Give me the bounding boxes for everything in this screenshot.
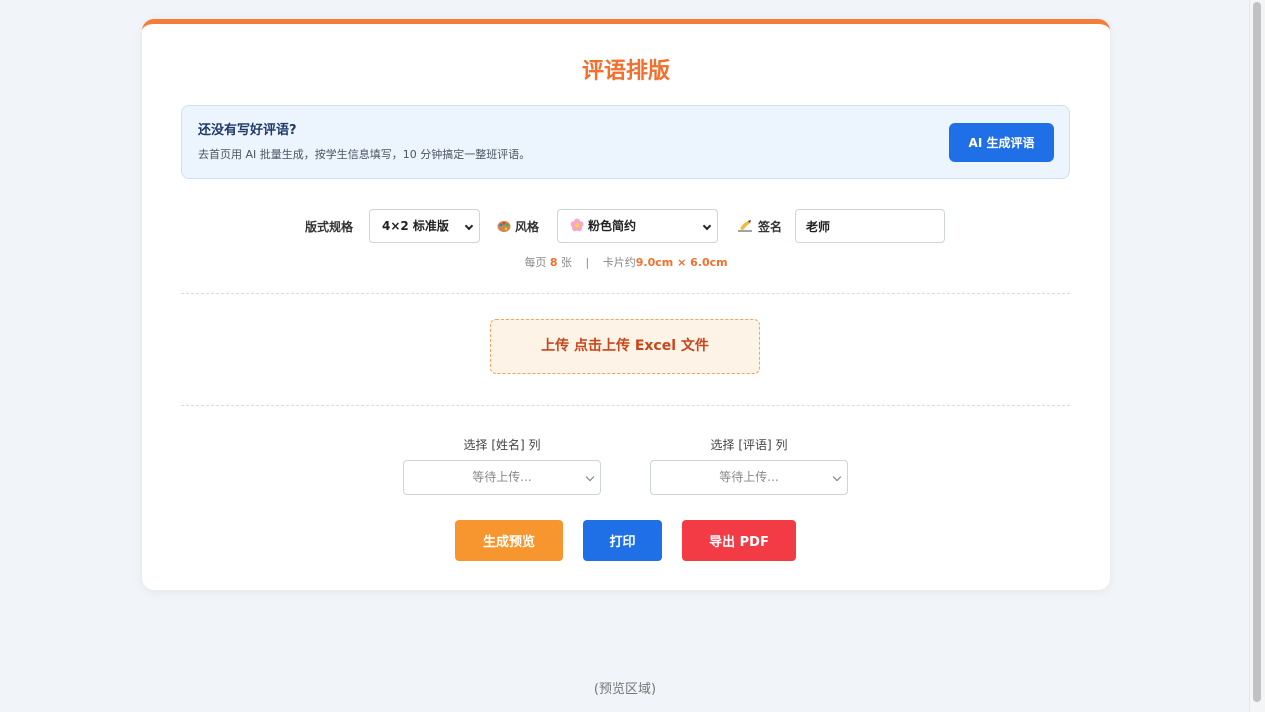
per-page-prefix: 每页 bbox=[524, 256, 547, 269]
name-column-label: 选择 [姓名] 列 bbox=[463, 438, 541, 452]
name-column-select[interactable]: 等待上传... bbox=[403, 460, 601, 495]
per-page-count: 8 bbox=[549, 256, 558, 269]
style-select[interactable]: 粉色简约 bbox=[557, 209, 718, 243]
chevron-down-icon bbox=[464, 221, 474, 231]
signature-input[interactable] bbox=[795, 209, 945, 243]
settings-row: 版式规格 4×2 标准版 风格 粉色简约 签名 老师 bbox=[142, 209, 1110, 245]
chevron-down-icon bbox=[702, 221, 712, 231]
comment-column-select[interactable]: 等待上传... bbox=[650, 460, 848, 495]
comment-column-label: 选择 [评语] 列 bbox=[710, 438, 788, 452]
scrollbar-thumb[interactable] bbox=[1253, 2, 1261, 702]
chevron-down-icon bbox=[585, 472, 595, 482]
spec-separator: | bbox=[585, 256, 590, 269]
comment-column-placeholder: 等待上传... bbox=[719, 470, 779, 484]
page-title: 评语排版 bbox=[581, 59, 670, 84]
divider bbox=[181, 405, 1070, 406]
print-button[interactable]: 打印 bbox=[583, 520, 662, 561]
chevron-down-icon bbox=[832, 472, 842, 482]
divider bbox=[181, 293, 1070, 294]
card-size-prefix: 卡片约 bbox=[602, 256, 636, 269]
ai-generate-button[interactable]: AI 生成评语 bbox=[949, 123, 1054, 162]
name-column-placeholder: 等待上传... bbox=[472, 470, 532, 484]
layout-label: 版式规格 bbox=[305, 220, 354, 234]
signature-label: 签名 bbox=[758, 220, 783, 234]
generate-preview-button[interactable]: 生成预览 bbox=[455, 520, 563, 561]
banner-title: 还没有写好评语? bbox=[198, 123, 297, 138]
ai-hint-banner: 还没有写好评语? 去首页用 AI 批量生成，按学生信息填写，10 分钟搞定一整班… bbox=[181, 105, 1070, 179]
page-scrollbar[interactable] bbox=[1249, 0, 1265, 712]
signature-label-group: 签名 bbox=[736, 218, 782, 236]
spec-info: 每页 8 张 | 卡片约9.0cm × 6.0cm bbox=[142, 255, 1110, 271]
flower-icon bbox=[570, 218, 584, 232]
layout-select-value: 4×2 标准版 bbox=[382, 219, 449, 233]
style-label-group: 风格 bbox=[497, 218, 539, 236]
style-label: 风格 bbox=[515, 220, 540, 234]
excel-upload-dropzone[interactable]: 上传 点击上传 Excel 文件 bbox=[490, 319, 760, 374]
style-select-value: 粉色简约 bbox=[588, 219, 637, 233]
export-pdf-button[interactable]: 导出 PDF bbox=[682, 520, 796, 561]
banner-subtitle: 去首页用 AI 批量生成，按学生信息填写，10 分钟搞定一整班评语。 bbox=[198, 148, 531, 161]
main-card: 评语排版 还没有写好评语? 去首页用 AI 批量生成，按学生信息填写，10 分钟… bbox=[142, 19, 1110, 590]
layout-select[interactable]: 4×2 标准版 bbox=[369, 209, 480, 243]
writing-hand-icon bbox=[738, 220, 752, 232]
palette-icon bbox=[497, 221, 511, 232]
preview-area-placeholder: (预览区域) bbox=[593, 682, 657, 697]
card-size-value: 9.0cm × 6.0cm bbox=[635, 256, 728, 269]
per-page-unit: 张 bbox=[561, 256, 573, 269]
